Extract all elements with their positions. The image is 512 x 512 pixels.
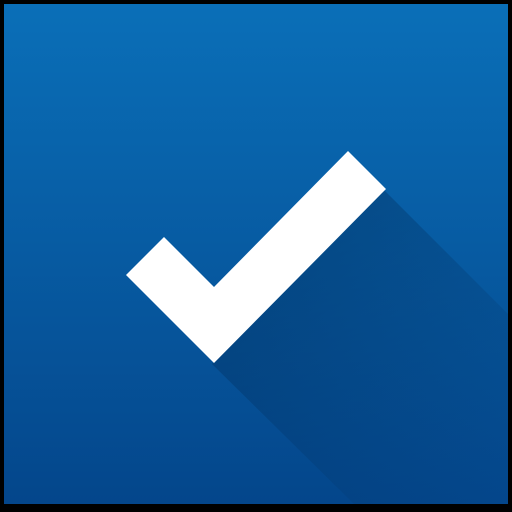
app-icon[interactable]	[4, 4, 508, 504]
checkmark-icon	[126, 151, 508, 504]
checkmark-shadow	[212, 190, 508, 504]
icon-frame	[0, 0, 512, 512]
